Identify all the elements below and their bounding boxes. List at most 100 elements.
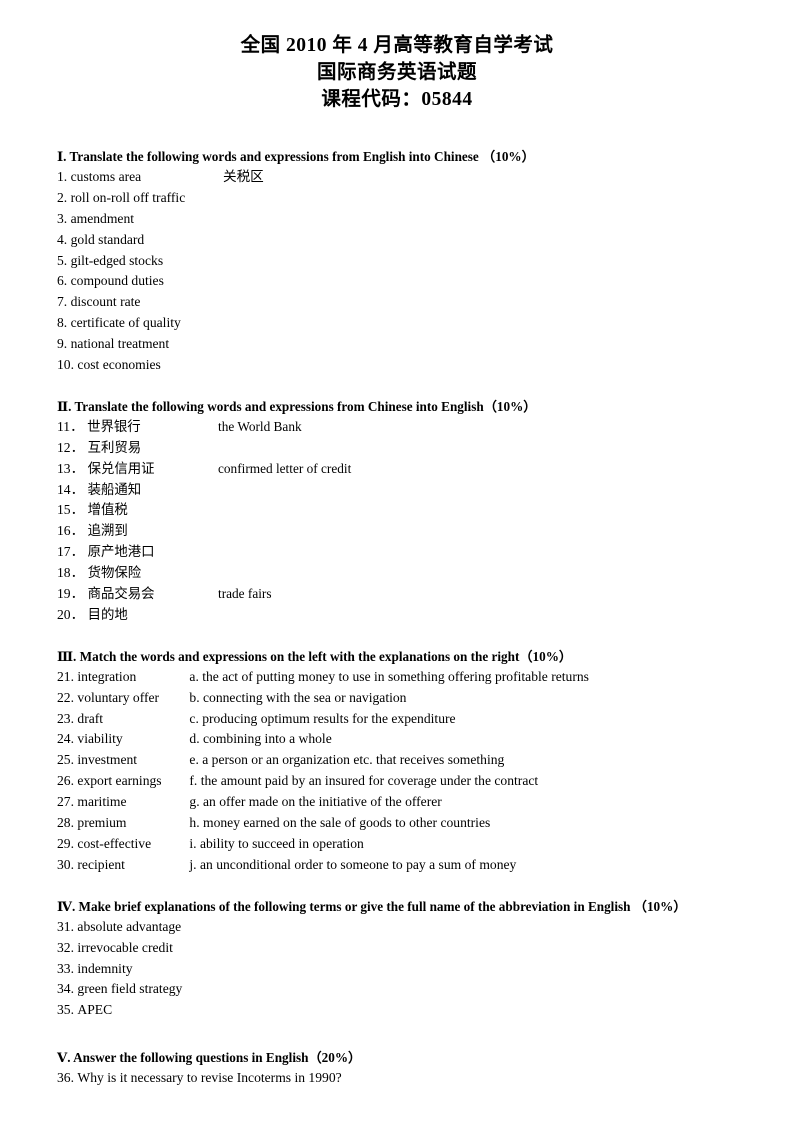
match-explanation: a. the act of putting money to use in so…	[189, 668, 589, 684]
list-item: 13． 保兑信用证 confirmed letter of credit	[57, 459, 754, 480]
list-item: 15． 增值税	[57, 500, 754, 521]
item-number: 30.	[57, 856, 74, 872]
list-item: 8. certificate of quality	[57, 313, 754, 334]
match-term: 30. recipient	[57, 855, 186, 876]
item-term: integration	[77, 668, 137, 684]
item-answer: confirmed letter of credit	[218, 460, 352, 476]
item-number: 11．	[57, 418, 84, 434]
page-title-line-2: 国际商务英语试题	[316, 62, 477, 83]
section-4: Ⅳ. Make brief explanations of the follow…	[57, 896, 754, 1021]
list-item: 29. cost-effective i. ability to succeed…	[57, 834, 754, 855]
item-term: 世界银行	[87, 419, 141, 435]
item-term: 互利贸易	[87, 440, 142, 456]
list-item: 3. amendment	[57, 209, 754, 230]
item-number: 32.	[57, 939, 74, 955]
item-term: draft	[77, 710, 104, 726]
item-term: 追溯到	[87, 524, 128, 540]
item-term: recipient	[77, 856, 125, 872]
match-term: 26. export earnings	[57, 771, 186, 792]
list-item: 6. compound duties	[57, 271, 754, 292]
item-term: investment	[77, 752, 138, 768]
item-number: 16．	[57, 523, 85, 539]
list-item: 36. Why is it necessary to revise Incote…	[57, 1068, 754, 1089]
item-number: 2.	[57, 189, 68, 205]
item-term: irrevocable credit	[77, 939, 173, 955]
match-term: 28. premium	[57, 813, 186, 834]
item-term: roll on-roll off traffic	[70, 189, 186, 205]
document-title-block: 全国 2010 年 4 月高等教育自学考试 国际商务英语试题 课程代码：0584…	[0, 0, 794, 113]
item-term: 保兑信用证	[87, 461, 155, 477]
list-item: 24. viability d. combining into a whole	[57, 729, 754, 750]
item-answer: 关税区	[223, 169, 264, 184]
match-explanation: j. an unconditional order to someone to …	[189, 856, 517, 872]
item-number: 34.	[57, 981, 74, 997]
list-item: 19． 商品交易会 trade fairs	[57, 584, 754, 605]
item-number: 18．	[57, 565, 85, 581]
item-term: indemnity	[77, 960, 133, 976]
item-number: 4.	[57, 231, 68, 247]
item-number: 12．	[57, 439, 85, 455]
match-explanation: f. the amount paid by an insured for cov…	[189, 773, 539, 789]
item-number: 28.	[57, 815, 74, 831]
list-item: 11． 世界银行 the World Bank	[57, 417, 754, 438]
item-number: 5.	[57, 252, 68, 268]
section-3: Ⅲ. Match the words and expressions on th…	[57, 646, 754, 876]
item-number: 29.	[57, 835, 74, 851]
list-item: 22. voluntary offer b. connecting with t…	[57, 688, 754, 709]
match-explanation: c. producing optimum results for the exp…	[189, 710, 456, 726]
item-term: compound duties	[70, 273, 164, 289]
section-3-heading: Ⅲ. Match the words and expressions on th…	[57, 648, 573, 664]
list-item: 20． 目的地	[57, 605, 754, 626]
section-1-heading: Ⅰ. Translate the following words and exp…	[57, 149, 535, 164]
section-4-heading: Ⅳ. Make brief explanations of the follow…	[57, 898, 687, 914]
item-term: 目的地	[87, 607, 128, 623]
list-item: 30. recipient j. an unconditional order …	[57, 855, 754, 876]
list-item: 2. roll on-roll off traffic	[57, 188, 754, 209]
item-term: green field strategy	[77, 981, 183, 997]
item-term: gilt-edged stocks	[70, 252, 164, 268]
item-number: 33.	[57, 960, 74, 976]
list-item: 16． 追溯到	[57, 521, 754, 542]
item-term: APEC	[77, 1002, 113, 1018]
item-term: Why is it necessary to revise Incoterms …	[77, 1070, 342, 1086]
item-number: 6.	[57, 273, 68, 289]
list-item: 27. maritime g. an offer made on the ini…	[57, 792, 754, 813]
section-1-item-list: 1. customs area 关税区 2. roll on-roll off …	[57, 167, 754, 376]
item-term: 增值税	[87, 503, 128, 519]
item-number: 15．	[57, 502, 85, 518]
page-title-line-3: 课程代码：05844	[321, 89, 473, 110]
list-item: 4. gold standard	[57, 230, 754, 251]
list-item: 7. discount rate	[57, 292, 754, 313]
list-item: 23. draft c. producing optimum results f…	[57, 709, 754, 730]
item-number: 1.	[57, 169, 68, 184]
item-number: 20．	[57, 606, 85, 622]
match-term: 23. draft	[57, 709, 186, 730]
page-title-line-1: 全国 2010 年 4 月高等教育自学考试	[240, 35, 554, 56]
list-item: 34. green field strategy	[57, 979, 754, 1000]
item-number: 36.	[57, 1070, 74, 1086]
item-number: 19．	[57, 586, 85, 602]
item-term: cost economies	[77, 357, 161, 373]
item-term: national treatment	[70, 336, 170, 352]
list-item: 25. investment e. a person or an organiz…	[57, 750, 754, 771]
item-term: export earnings	[77, 773, 162, 789]
list-item: 18． 货物保险	[57, 563, 754, 584]
list-item: 26. export earnings f. the amount paid b…	[57, 771, 754, 792]
item-number: 31.	[57, 918, 74, 934]
match-term: 29. cost-effective	[57, 834, 186, 855]
item-term: 货物保险	[87, 566, 142, 582]
item-number: 26.	[57, 773, 74, 789]
item-term: discount rate	[70, 294, 141, 310]
list-item: 12． 互利贸易	[57, 438, 754, 459]
section-5-item-list: 36. Why is it necessary to revise Incote…	[57, 1068, 754, 1089]
match-term: 27. maritime	[57, 792, 186, 813]
match-explanation: b. connecting with the sea or navigation	[189, 689, 407, 705]
item-number: 35.	[57, 1002, 74, 1018]
section-2: Ⅱ. Translate the following words and exp…	[57, 396, 754, 626]
list-item: 9. national treatment	[57, 334, 754, 355]
item-number: 17．	[57, 544, 85, 560]
item-answer: the World Bank	[218, 418, 302, 434]
section-4-item-list: 31. absolute advantage 32. irrevocable c…	[57, 917, 754, 1021]
section-3-item-list: 21. integration a. the act of putting mo…	[57, 667, 754, 876]
list-item: 32. irrevocable credit	[57, 938, 754, 959]
